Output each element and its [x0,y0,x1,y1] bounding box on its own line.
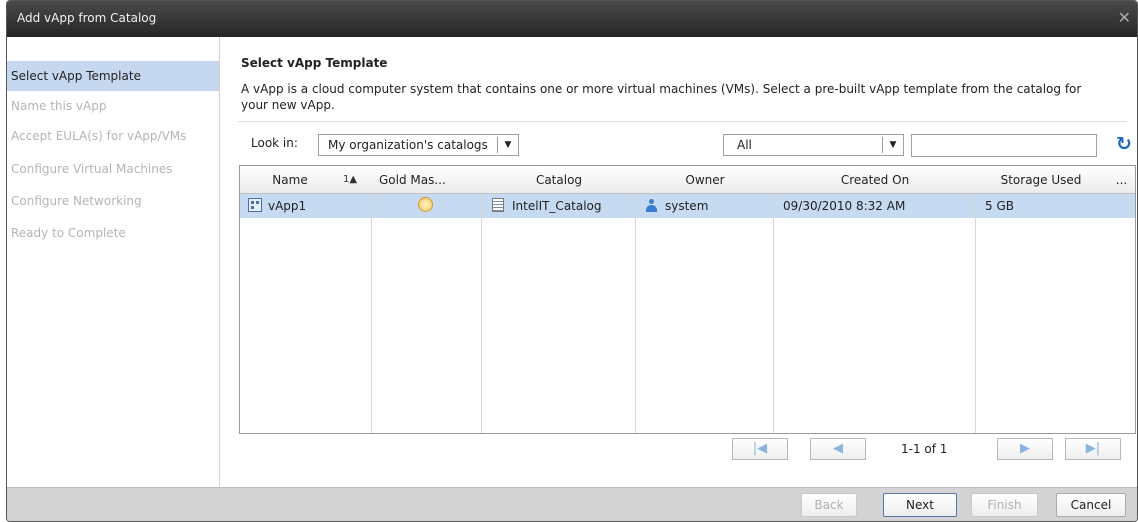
type-filter-select[interactable]: All ▼ [723,134,904,156]
column-header-created-on[interactable]: Created On [774,166,976,194]
type-filter-value: All [737,138,752,152]
step-configure-networking: Configure Networking [11,194,142,208]
row-catalog: IntelIT_Catalog [512,199,602,213]
row-created-on: 09/30/2010 8:32 AM [783,199,906,213]
row-storage-used: 5 GB [985,199,1014,213]
column-chooser-button[interactable]: ... [1106,166,1135,194]
previous-page-button[interactable]: ◀ [810,438,866,460]
wizard-steps: Select vApp Template Name this vApp Acce… [7,37,220,487]
column-header-owner[interactable]: Owner [636,166,774,194]
row-catalog-cell: IntelIT_Catalog [492,194,602,218]
finish-button[interactable]: Finish [971,493,1038,517]
first-page-button[interactable]: |◀ [732,438,788,460]
column-header-name[interactable]: Name 1▲ [240,166,372,194]
dialog-footer: Back Next Finish Cancel [7,487,1137,521]
last-page-button[interactable]: ▶| [1065,438,1121,460]
dialog-titlebar: Add vApp from Catalog ✕ [7,1,1137,37]
look-in-select[interactable]: My organization's catalogs ▼ [318,134,519,156]
cancel-button[interactable]: Cancel [1056,493,1126,517]
row-owner: system [665,199,709,213]
chevron-down-icon: ▼ [497,137,518,153]
step-ready: Ready to Complete [11,226,126,240]
page-count: 1-1 of 1 [901,442,948,456]
sort-ascending-icon: 1▲ [343,174,358,185]
chevron-down-icon: ▼ [882,137,903,153]
column-divider [635,194,636,433]
next-page-button[interactable]: ▶ [997,438,1053,460]
column-divider [975,194,976,433]
add-vapp-dialog: Add vApp from Catalog ✕ Select vApp Temp… [6,0,1138,522]
gold-master-icon [418,194,433,218]
column-header-catalog[interactable]: Catalog [482,166,636,194]
user-icon [646,199,657,212]
catalog-icon [492,198,504,212]
refresh-icon[interactable]: ↻ [1116,133,1132,155]
column-header-storage-used[interactable]: Storage Used [976,166,1106,194]
look-in-value: My organization's catalogs [328,138,488,152]
step-name-vapp: Name this vApp [11,99,107,113]
divider [238,121,1127,122]
step-configure-vms: Configure Virtual Machines [11,162,173,176]
step-accept-eula: Accept EULA(s) for vApp/VMs [11,129,187,143]
row-owner-cell: system [646,194,708,218]
look-in-label: Look in: [251,136,298,150]
column-divider [371,194,372,433]
step-select-template[interactable]: Select vApp Template [7,61,219,91]
column-header-gold-master[interactable]: Gold Mas... [372,166,482,194]
page-description: A vApp is a cloud computer system that c… [241,82,1082,112]
back-button[interactable]: Back [801,493,857,517]
column-divider [481,194,482,433]
page-title: Select vApp Template [241,56,388,70]
vapp-template-icon [248,198,262,212]
row-name: vApp1 [268,199,307,213]
dialog-title: Add vApp from Catalog [17,11,157,25]
next-button[interactable]: Next [883,493,957,517]
close-icon[interactable]: ✕ [1118,8,1131,27]
column-divider [773,194,774,433]
main-content: Select vApp Template A vApp is a cloud c… [220,37,1137,487]
row-name-cell[interactable]: vApp1 [248,194,306,218]
template-table: Name 1▲ Gold Mas... Catalog Owner Create… [239,165,1136,434]
search-input[interactable] [911,134,1097,157]
